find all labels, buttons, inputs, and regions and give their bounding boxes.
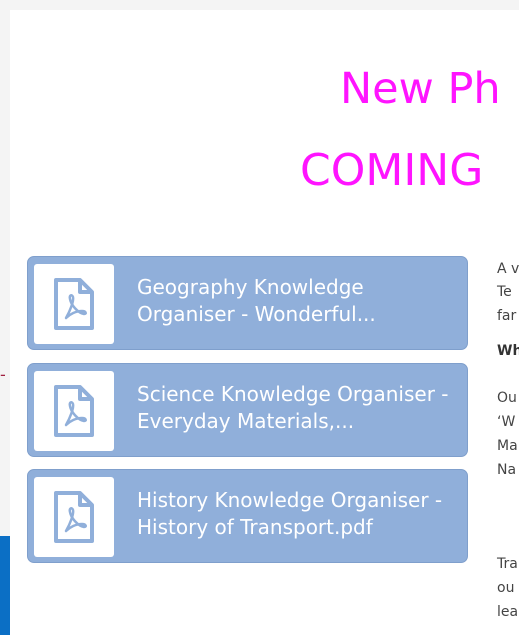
- body-text-line: Ou: [497, 390, 517, 406]
- body-text-line: Ma: [497, 438, 518, 454]
- body-subheading: Wh: [497, 343, 519, 359]
- pdf-file-icon: [34, 371, 114, 451]
- left-edge-blue-element[interactable]: [0, 536, 10, 635]
- body-text-line: far: [497, 308, 517, 324]
- body-text-line: ou: [497, 580, 515, 596]
- pdf-file-icon: [34, 264, 114, 344]
- page-heading-line1: New Ph: [340, 64, 501, 114]
- pdf-file-icon: [34, 477, 114, 557]
- file-name: History Knowledge Organiser - History of…: [137, 488, 443, 539]
- file-card-science[interactable]: Science Knowledge Organiser - Everyday M…: [27, 363, 468, 457]
- file-name: Geography Knowledge Organiser - Wonderfu…: [137, 275, 376, 326]
- file-card-history[interactable]: History Knowledge Organiser - History of…: [27, 469, 468, 563]
- body-text-line: Te: [497, 284, 512, 300]
- file-card-geography[interactable]: Geography Knowledge Organiser - Wonderfu…: [27, 256, 468, 350]
- body-text-line: A v: [497, 261, 519, 277]
- body-text-line: Na: [497, 462, 517, 478]
- body-text-line: lea: [497, 604, 519, 620]
- file-name: Science Knowledge Organiser - Everyday M…: [137, 382, 449, 433]
- left-edge-mark: -: [0, 365, 6, 384]
- page-heading-line2: COMING: [300, 145, 484, 196]
- body-text-line: Tra: [497, 556, 518, 572]
- body-text-line: ‘W: [497, 414, 516, 430]
